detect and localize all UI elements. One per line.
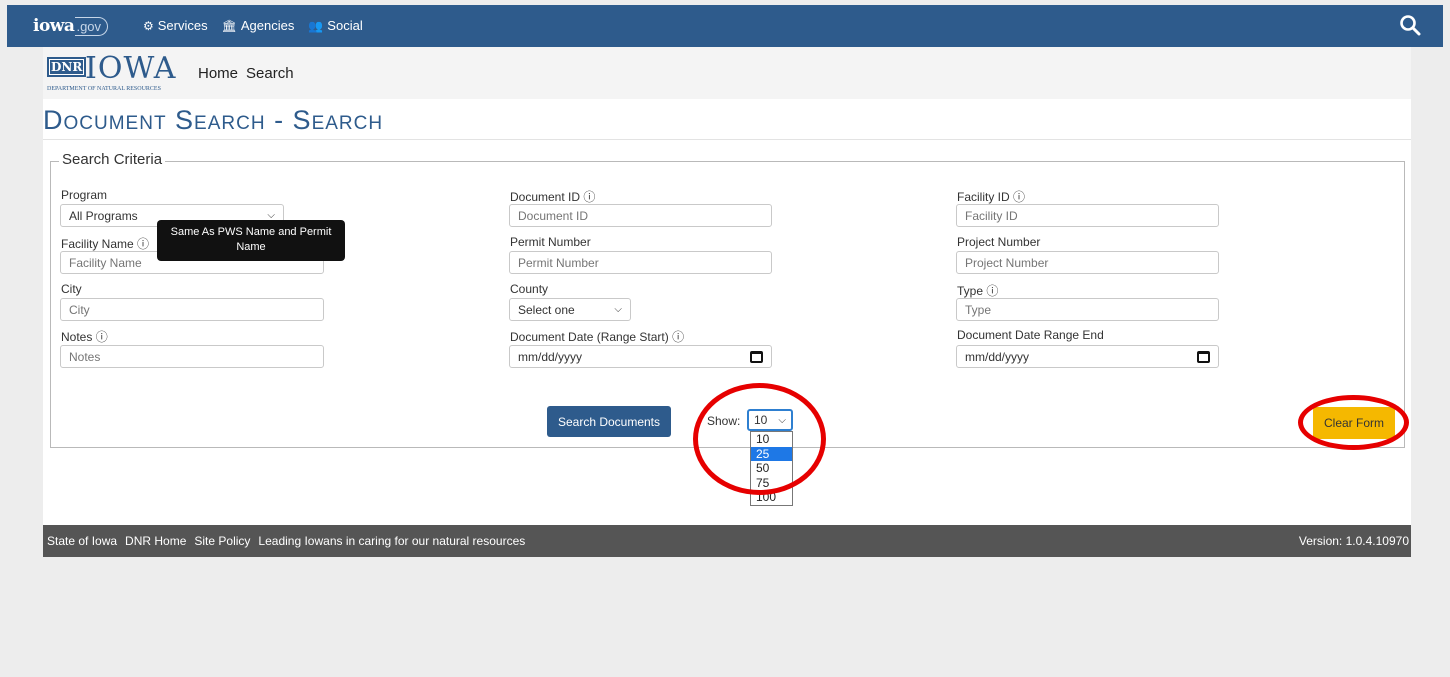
global-nav: ⚙ Services 🏛 Agencies 👥 Social bbox=[143, 18, 363, 33]
people-icon: 👥 bbox=[308, 18, 324, 33]
permit-number-input[interactable] bbox=[509, 251, 772, 274]
notes-label: Notes ⓘ bbox=[61, 328, 108, 345]
info-icon[interactable]: ⓘ bbox=[672, 330, 684, 344]
date-start-label-text: Document Date (Range Start) bbox=[510, 330, 669, 344]
info-icon[interactable]: ⓘ bbox=[986, 284, 998, 298]
nav-agencies-link[interactable]: 🏛 Agencies bbox=[222, 18, 295, 33]
footer-site-policy-link[interactable]: Site Policy bbox=[194, 534, 250, 548]
title-divider bbox=[43, 139, 1411, 140]
date-start-label: Document Date (Range Start) ⓘ bbox=[510, 328, 684, 345]
dnr-department-text: DEPARTMENT OF NATURAL RESOURCES bbox=[47, 86, 161, 92]
info-icon[interactable]: ⓘ bbox=[137, 237, 149, 251]
logo-iowa-text: iowa bbox=[33, 16, 75, 36]
brand-bar: DNR IOWA DEPARTMENT OF NATURAL RESOURCES… bbox=[43, 47, 1411, 99]
logo-gov-text: .gov bbox=[75, 16, 109, 36]
info-icon[interactable]: ⓘ bbox=[1013, 190, 1025, 204]
type-input[interactable] bbox=[956, 298, 1219, 321]
program-select-value: All Programs bbox=[69, 208, 138, 223]
facility-name-tooltip: Same As PWS Name and Permit Name bbox=[157, 220, 345, 261]
city-label: City bbox=[61, 282, 82, 296]
permit-number-label: Permit Number bbox=[510, 235, 591, 249]
iowa-gov-logo[interactable]: iowa .gov bbox=[33, 13, 109, 39]
facility-name-label-text: Facility Name bbox=[61, 237, 134, 251]
type-label-text: Type bbox=[957, 284, 984, 298]
global-header: iowa .gov ⚙ Services 🏛 Agencies 👥 Social bbox=[7, 5, 1443, 47]
nav-social-label: Social bbox=[327, 18, 363, 33]
info-icon[interactable]: ⓘ bbox=[583, 190, 595, 204]
nav-search-link[interactable]: Search bbox=[246, 65, 294, 82]
info-icon[interactable]: ⓘ bbox=[96, 330, 108, 344]
footer-links: State of Iowa DNR Home Site Policy Leadi… bbox=[47, 534, 525, 548]
footer-tagline: Leading Iowans in caring for our natural… bbox=[258, 534, 526, 548]
footer-state-of-iowa-link[interactable]: State of Iowa bbox=[47, 534, 117, 548]
nav-agencies-label: Agencies bbox=[240, 18, 295, 33]
site-footer: State of Iowa DNR Home Site Policy Leadi… bbox=[43, 525, 1411, 557]
facility-name-label: Facility Name ⓘ bbox=[61, 235, 149, 252]
nav-home-link[interactable]: Home bbox=[198, 65, 238, 82]
building-icon: 🏛 bbox=[221, 18, 237, 33]
footer-dnr-home-link[interactable]: DNR Home bbox=[125, 534, 186, 548]
date-start-value: mm/dd/yyyy bbox=[518, 349, 583, 364]
document-id-label-text: Document ID bbox=[510, 190, 581, 204]
dnr-mark: DNR bbox=[47, 57, 87, 77]
project-number-input[interactable] bbox=[956, 251, 1219, 274]
county-select-value: Select one bbox=[518, 302, 575, 317]
notes-input[interactable] bbox=[60, 345, 324, 368]
facility-id-input[interactable] bbox=[956, 204, 1219, 227]
document-id-label: Document ID ⓘ bbox=[510, 188, 595, 205]
nav-services-label: Services bbox=[157, 18, 208, 33]
nav-services-link[interactable]: ⚙ Services bbox=[143, 18, 208, 33]
notes-label-text: Notes bbox=[61, 330, 93, 344]
site-nav: Home Search bbox=[198, 65, 294, 82]
page-title: Document Search - Search bbox=[43, 105, 384, 135]
facility-id-label-text: Facility ID bbox=[957, 190, 1010, 204]
version-text: Version: 1.0.4.10970 bbox=[1298, 534, 1409, 548]
nav-social-link[interactable]: 👥 Social bbox=[308, 18, 362, 33]
date-start-input[interactable]: mm/dd/yyyy bbox=[509, 345, 772, 368]
program-label: Program bbox=[61, 188, 108, 202]
dnr-iowa-word: IOWA bbox=[85, 51, 177, 86]
document-id-input[interactable] bbox=[509, 204, 772, 227]
gears-icon: ⚙ bbox=[143, 18, 154, 33]
date-end-value: mm/dd/yyyy bbox=[965, 349, 1030, 364]
annotation-ring-show-select bbox=[693, 383, 826, 495]
calendar-icon[interactable] bbox=[1197, 350, 1210, 363]
county-select[interactable]: Select one ⌵ bbox=[509, 298, 631, 321]
calendar-icon[interactable] bbox=[750, 350, 763, 363]
date-end-label: Document Date Range End bbox=[957, 328, 1104, 342]
facility-id-label: Facility ID ⓘ bbox=[957, 188, 1025, 205]
dnr-logo[interactable]: DNR IOWA DEPARTMENT OF NATURAL RESOURCES bbox=[47, 51, 187, 93]
date-end-input[interactable]: mm/dd/yyyy bbox=[956, 345, 1219, 368]
chevron-down-icon: ⌵ bbox=[614, 304, 622, 315]
search-icon[interactable] bbox=[1399, 14, 1421, 36]
annotation-ring-clear-form bbox=[1298, 395, 1409, 450]
type-label: Type ⓘ bbox=[957, 282, 998, 299]
project-number-label: Project Number bbox=[957, 235, 1041, 249]
county-label: County bbox=[510, 282, 549, 296]
city-input[interactable] bbox=[60, 298, 324, 321]
search-documents-button[interactable]: Search Documents bbox=[547, 406, 671, 437]
search-criteria-legend: Search Criteria bbox=[59, 151, 166, 168]
